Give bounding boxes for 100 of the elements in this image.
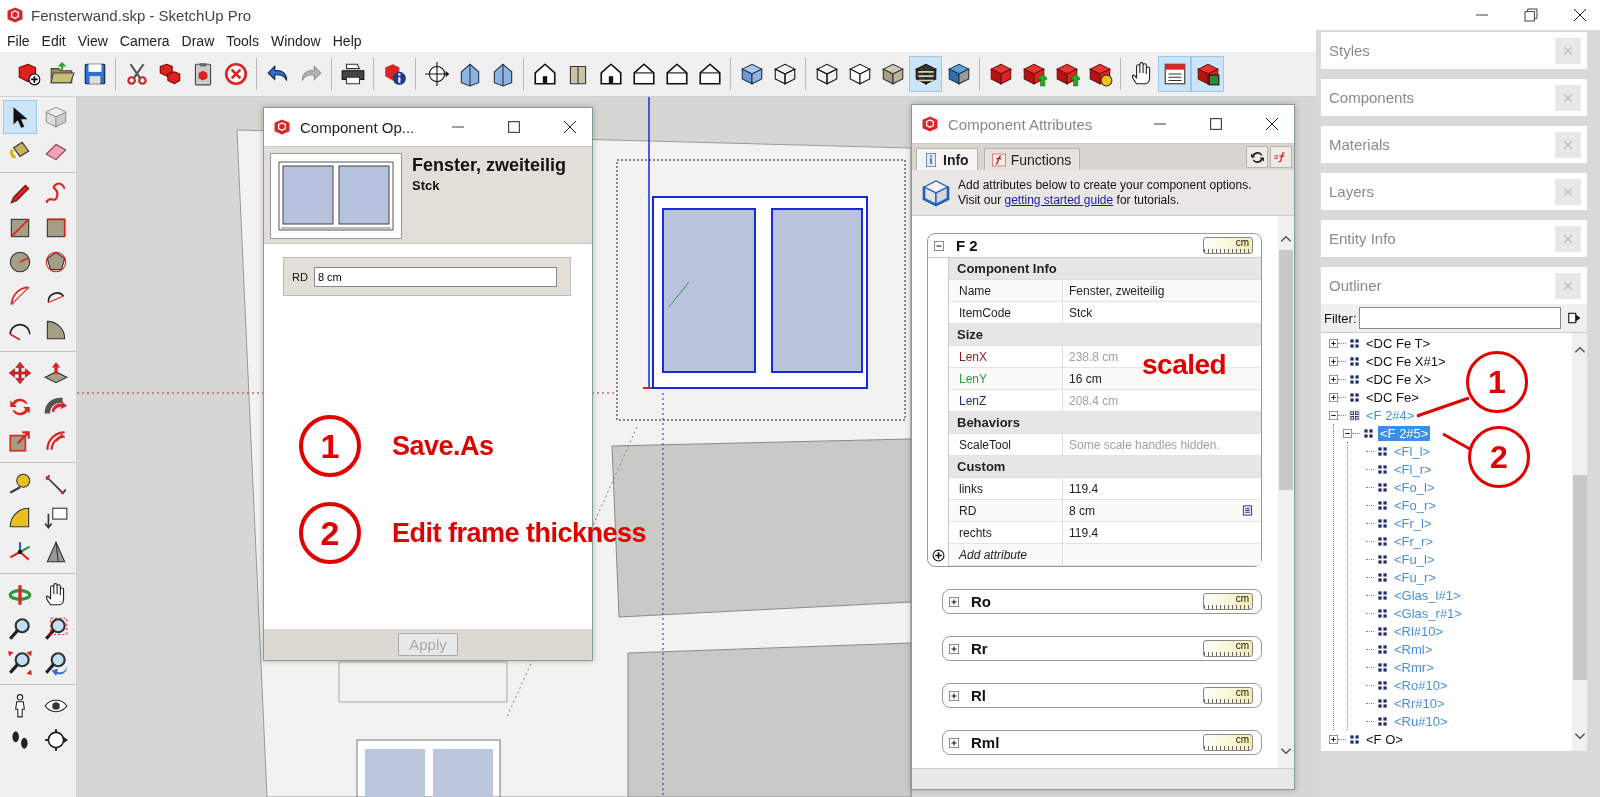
expand-icon[interactable] xyxy=(949,690,959,701)
dialog-title: Component Attributes xyxy=(948,115,1094,133)
menu-item[interactable]: File xyxy=(1,33,36,49)
attribute-value[interactable]: 16 cm xyxy=(1069,371,1102,386)
unit-selector[interactable]: cm xyxy=(1203,734,1253,751)
magnifier-icon xyxy=(7,616,33,642)
tree-item[interactable]: <Glas_l#1> xyxy=(1392,587,1463,603)
circle-icon xyxy=(7,249,33,275)
tree-item[interactable]: <Glas_r#1> xyxy=(1392,605,1464,621)
unit-selector[interactable]: cm xyxy=(1203,687,1253,704)
expand-icon[interactable] xyxy=(949,737,959,748)
tree-item[interactable]: <Rmr> xyxy=(1392,659,1436,675)
expand-icon[interactable] xyxy=(1329,392,1338,402)
house-icon xyxy=(696,61,723,87)
expand-icon[interactable] xyxy=(1329,734,1338,744)
tree-item[interactable]: <DC Fe> xyxy=(1364,389,1421,405)
expand-icon[interactable] xyxy=(1329,374,1338,384)
refresh-button[interactable] xyxy=(1246,146,1268,168)
expand-icon[interactable] xyxy=(1329,338,1338,348)
house-icon xyxy=(663,61,690,87)
tab[interactable]: Functions xyxy=(983,148,1081,170)
menu-item[interactable]: Draw xyxy=(175,33,221,49)
panel-title: F 2 xyxy=(956,237,979,254)
expand-icon[interactable] xyxy=(1329,356,1338,366)
tray-header[interactable]: Components xyxy=(1321,79,1587,116)
tool-button[interactable] xyxy=(3,100,37,134)
tree-item[interactable]: <DC Fe X#1> xyxy=(1364,353,1448,369)
tree-item[interactable]: <F O> xyxy=(1364,731,1405,747)
list-icon[interactable] xyxy=(1242,505,1253,516)
house-icon xyxy=(531,61,558,87)
attribute-value[interactable]: 119.4 xyxy=(1069,481,1099,496)
unit-selector[interactable]: cm xyxy=(1203,593,1253,610)
tray-header[interactable]: Entity Info xyxy=(1321,220,1587,257)
attribute-value[interactable]: Fenster, zweiteilig xyxy=(1069,283,1165,298)
maximize-icon[interactable] xyxy=(1208,116,1224,132)
guide-link[interactable]: getting started guide xyxy=(1004,192,1114,207)
close-icon[interactable] xyxy=(562,119,578,135)
maximize-icon[interactable] xyxy=(506,119,522,135)
tree-item[interactable]: <Rr#10> xyxy=(1392,695,1447,711)
cancel-icon xyxy=(222,61,249,87)
collapse-icon[interactable] xyxy=(1343,428,1352,438)
expand-icon[interactable] xyxy=(949,596,959,607)
tree-item[interactable]: <DC Fe T> xyxy=(1364,335,1433,351)
close-icon[interactable] xyxy=(1572,7,1588,23)
scrollbar-thumb[interactable] xyxy=(1572,475,1587,680)
input-field[interactable]: 8 cm xyxy=(313,266,557,287)
details-arrow-icon[interactable] xyxy=(1566,311,1581,325)
toolbar-button[interactable] xyxy=(909,56,942,92)
menu-item[interactable]: Help xyxy=(326,33,368,49)
function-icon xyxy=(990,151,1007,168)
scrollbar[interactable] xyxy=(1278,216,1294,768)
move-arrows-icon xyxy=(7,360,33,386)
collapse-icon[interactable] xyxy=(1329,410,1338,420)
tree-item[interactable]: <Fu_r> xyxy=(1392,569,1438,585)
add-icon[interactable] xyxy=(931,549,945,562)
tree-item[interactable]: <Rml> xyxy=(1392,641,1435,657)
restore-icon[interactable] xyxy=(1523,7,1539,23)
squares-icon xyxy=(1377,445,1388,457)
tray-header[interactable]: Layers xyxy=(1321,173,1587,210)
polygon-icon xyxy=(43,249,69,275)
section-header: Size xyxy=(949,324,1261,346)
filter-field[interactable] xyxy=(1358,307,1561,329)
printer-icon xyxy=(339,61,366,87)
tray-header[interactable]: Materials xyxy=(1321,126,1587,163)
menu-item[interactable]: View xyxy=(71,33,114,49)
tab[interactable]: Info xyxy=(916,148,978,170)
squares-icon xyxy=(1377,607,1388,619)
crosshair-icon xyxy=(423,61,450,87)
squares-icon xyxy=(1377,571,1388,583)
menu-item[interactable]: Camera xyxy=(113,33,176,49)
attribute-value[interactable]: 8 cm xyxy=(1069,503,1095,518)
section-header: Component Info xyxy=(949,258,1261,280)
tree-item[interactable]: <Fu_l> xyxy=(1392,551,1437,567)
tree-item[interactable]: <Fl_l> xyxy=(1392,443,1433,459)
tray-header[interactable]: Styles xyxy=(1321,32,1587,69)
component-name: Fenster, zweiteilig xyxy=(412,155,567,176)
tree-item[interactable]: <Rl#10> xyxy=(1392,623,1446,639)
toolbar-button[interactable] xyxy=(1158,56,1191,92)
attribute-value[interactable]: Stck xyxy=(1069,305,1093,320)
annotation-text: Edit frame thickness xyxy=(392,517,647,549)
attribute-value[interactable]: 119.4 xyxy=(1069,525,1099,540)
unit-selector[interactable]: cm xyxy=(1203,640,1253,657)
tray-title: Components xyxy=(1328,89,1416,106)
panel-title: Rr xyxy=(971,640,989,657)
tree-item[interactable]: <Fo_r> xyxy=(1392,497,1438,513)
tray-title: Layers xyxy=(1328,183,1376,200)
squares-icon xyxy=(1377,517,1388,529)
tree-item[interactable]: <Ru#10> xyxy=(1392,713,1450,729)
menu-item[interactable]: Tools xyxy=(220,33,265,49)
close-icon[interactable] xyxy=(1264,116,1280,132)
tree-item[interactable]: <Fl_r> xyxy=(1392,461,1434,477)
menu-item[interactable]: Window xyxy=(264,33,327,49)
scrollbar-thumb[interactable] xyxy=(1279,250,1293,490)
unit-selector[interactable]: cm xyxy=(1203,237,1253,254)
scrollbar[interactable] xyxy=(1572,333,1587,751)
tree-item[interactable]: <DC Fe X> xyxy=(1364,371,1434,387)
expand-icon[interactable] xyxy=(949,643,959,654)
menu-item[interactable]: Edit xyxy=(35,33,72,49)
tree-item[interactable]: <Ro#10> xyxy=(1392,677,1450,693)
toolbar-button[interactable] xyxy=(1191,56,1224,92)
